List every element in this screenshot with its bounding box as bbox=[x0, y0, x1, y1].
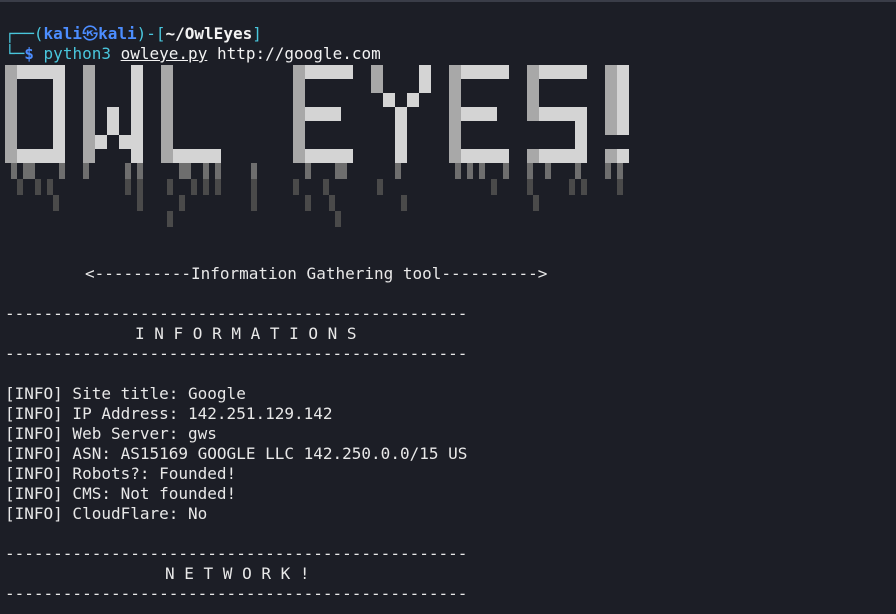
prompt-header: ┌──(kali㉿kali)-[~/OwlEyes] bbox=[5, 24, 262, 43]
tool-subtitle: <----------Information Gathering tool---… bbox=[85, 264, 548, 283]
network-title: N E T W O R K ! bbox=[165, 564, 310, 583]
info-line: [INFO] ASN: AS15169 GOOGLE LLC 142.250.0… bbox=[5, 444, 468, 463]
divider-line: ----------------------------------------… bbox=[5, 304, 468, 323]
informations-title: I N F O R M A T I O N S bbox=[135, 324, 357, 343]
info-line: [INFO] IP Address: 142.251.129.142 bbox=[5, 404, 333, 423]
divider-line: ----------------------------------------… bbox=[5, 584, 468, 603]
info-line: [INFO] Web Server: gws bbox=[5, 424, 217, 443]
info-line: [INFO] Site title: Google bbox=[5, 384, 246, 403]
info-line: [INFO] CMS: Not founded! bbox=[5, 484, 237, 503]
divider-line: ----------------------------------------… bbox=[5, 544, 468, 563]
window-top-border bbox=[0, 0, 896, 2]
divider-line: ----------------------------------------… bbox=[5, 344, 468, 363]
info-line: [INFO] Robots?: Founded! bbox=[5, 464, 237, 483]
command-line[interactable]: └─$ python3 owleye.py http://google.com bbox=[5, 24, 381, 63]
owl-eyes-banner-logo bbox=[5, 65, 629, 227]
info-line: [INFO] CloudFlare: No bbox=[5, 504, 208, 523]
